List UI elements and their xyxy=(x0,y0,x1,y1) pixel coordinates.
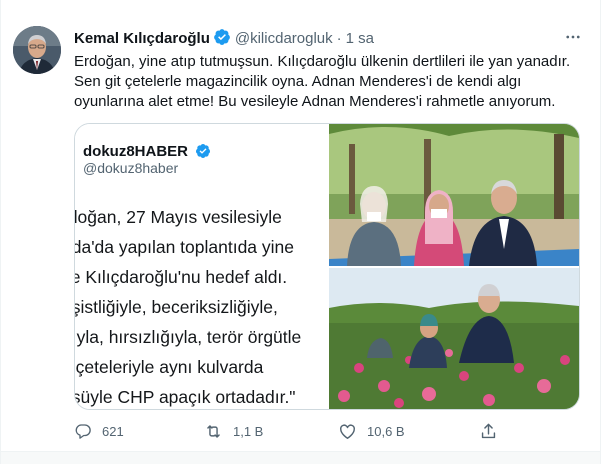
quoted-text-line: üşüyle CHP apaçık ortadadır." xyxy=(75,387,296,407)
quoted-text-line: ğıyla, hırsızlığıyla, terör örgütle xyxy=(75,327,302,347)
quoted-text: rdoğan, 27 Mayıs vesilesiyle ada'da yapı… xyxy=(75,202,327,409)
author-display-name[interactable]: Kemal Kılıçdaroğlu xyxy=(74,30,210,47)
quoted-display-name: dokuz8HABER xyxy=(83,143,189,160)
reply-button[interactable]: 621 xyxy=(74,420,124,442)
tweet-text: Erdoğan, yine atıp tutmuşsun. Kılıçdaroğ… xyxy=(74,52,589,112)
tweet-text-line: Sen git çetelerle magazincilik oyna. Adn… xyxy=(74,73,522,90)
like-button[interactable]: 10,6 B xyxy=(338,420,405,442)
quoted-text-line: ç çeteleriyle aynı kulvarda xyxy=(75,357,264,377)
tweet-header: Kemal Kılıçdaroğlu @kilicdarogluk · 1 sa xyxy=(74,28,580,48)
quoted-text-line: ada'da yapılan toplantıda yine xyxy=(75,237,294,257)
quoted-text-line: rdoğan, 27 Mayıs vesilesiyle xyxy=(75,207,282,227)
tweet-text-line: oyunlarına alet etme! Bu vesileyle Adnan… xyxy=(74,93,556,110)
tweet-text-line: Erdoğan, yine atıp tutmuşsun. Kılıçdaroğ… xyxy=(74,53,571,70)
quoted-handle: @dokuz8haber xyxy=(83,160,179,176)
share-icon xyxy=(479,422,498,441)
photo-garden-group[interactable] xyxy=(329,124,579,266)
quoted-text-line: aşistliğiyle, beceriksizliğiyle, xyxy=(75,297,278,317)
quoted-tweet-image[interactable]: dokuz8HABER @dokuz8haber rdoğan, 27 Mayı… xyxy=(75,124,327,409)
next-tweet-edge xyxy=(1,452,600,464)
reply-count: 621 xyxy=(102,423,124,439)
reply-icon xyxy=(74,422,92,440)
verified-badge-icon xyxy=(213,28,231,51)
tweet[interactable]: Kemal Kılıçdaroğlu @kilicdarogluk · 1 sa Er… xyxy=(0,0,601,464)
separator-dot: · xyxy=(336,30,342,47)
quoted-text-line: ve Kılıçdaroğlu'nu hedef aldı. xyxy=(75,267,288,287)
retweet-button[interactable]: 1,1 B xyxy=(204,420,263,442)
tweet-actions: 621 1,1 B 10,6 B xyxy=(74,420,544,442)
avatar[interactable] xyxy=(13,26,61,74)
like-count: 10,6 B xyxy=(367,423,405,439)
author-handle[interactable]: @kilicdarogluk xyxy=(235,30,333,47)
retweet-count: 1,1 B xyxy=(233,423,264,439)
more-dots-icon[interactable] xyxy=(562,26,584,48)
tweet-timestamp[interactable]: 1 sa xyxy=(346,30,374,47)
media-card[interactable]: dokuz8HABER @dokuz8haber rdoğan, 27 Mayı… xyxy=(74,123,580,410)
share-button[interactable] xyxy=(479,420,498,442)
verified-badge-icon xyxy=(195,143,211,163)
photo-rose-field[interactable] xyxy=(329,268,579,409)
retweet-icon xyxy=(204,422,223,441)
heart-icon xyxy=(338,422,357,441)
